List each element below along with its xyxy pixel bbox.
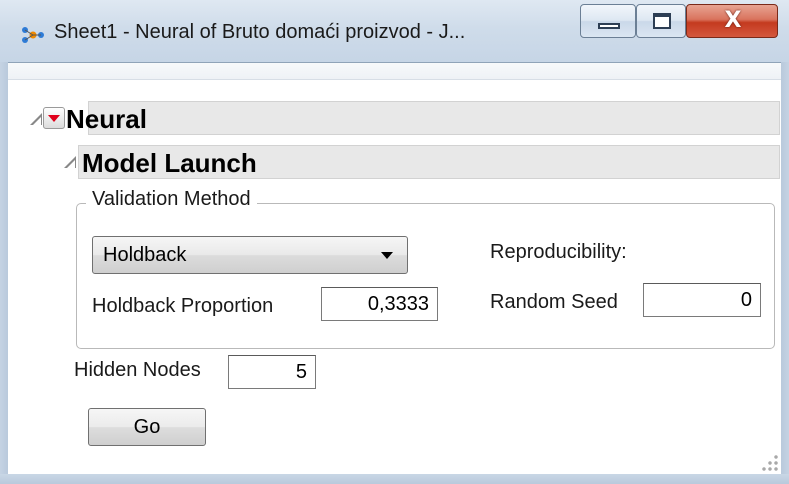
disclosure-neural-icon[interactable] xyxy=(30,113,42,125)
neural-window: Sheet1 - Neural of Bruto domaći proizvod… xyxy=(0,0,789,484)
jmp-neural-icon xyxy=(22,27,44,43)
close-icon: X xyxy=(724,8,742,33)
window-frame-right xyxy=(781,62,789,484)
red-triangle-menu-icon[interactable] xyxy=(43,107,65,129)
go-button[interactable]: Go xyxy=(88,408,206,446)
maximize-icon xyxy=(653,13,671,29)
holdback-proportion-field[interactable]: 0,3333 xyxy=(321,287,438,321)
neural-title: Neural xyxy=(66,104,147,134)
random-seed-field[interactable]: 0 xyxy=(643,283,761,317)
random-seed-label: Random Seed xyxy=(490,291,618,313)
window-frame-left xyxy=(0,62,8,484)
minimize-button[interactable] xyxy=(580,4,636,38)
hidden-nodes-label: Hidden Nodes xyxy=(74,359,201,381)
title-bar[interactable]: Sheet1 - Neural of Bruto domaći proizvod… xyxy=(0,0,789,62)
maximize-button[interactable] xyxy=(636,4,686,38)
report-content: Neural Model Launch Validation Method Ho… xyxy=(8,62,781,474)
model-launch-title: Model Launch xyxy=(82,148,257,178)
validation-method-value: Holdback xyxy=(103,244,187,266)
chevron-down-icon xyxy=(381,252,393,259)
validation-method-legend: Validation Method xyxy=(86,188,257,211)
window-frame-bottom xyxy=(0,474,789,484)
hidden-nodes-field[interactable]: 5 xyxy=(228,355,316,389)
holdback-proportion-label: Holdback Proportion xyxy=(92,295,274,317)
neural-header-bar xyxy=(88,101,780,135)
reproducibility-label: Reproducibility: xyxy=(490,241,627,263)
validation-method-group xyxy=(76,203,775,349)
validation-method-select[interactable]: Holdback xyxy=(92,236,408,274)
close-button[interactable]: X xyxy=(686,4,778,38)
disclosure-model-launch-icon[interactable] xyxy=(64,156,76,168)
minimize-icon xyxy=(598,23,620,29)
resize-grip-icon[interactable] xyxy=(761,454,779,472)
window-title: Sheet1 - Neural of Bruto domaći proizvod… xyxy=(54,21,466,43)
toolbar-strip xyxy=(8,63,781,80)
